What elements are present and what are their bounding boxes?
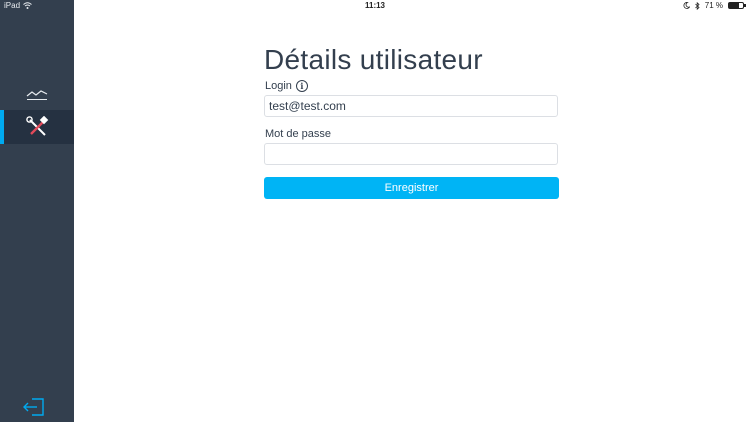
battery-percent: 71 %: [704, 1, 723, 10]
bluetooth-icon: [694, 1, 700, 10]
battery-icon: [728, 2, 746, 9]
password-field[interactable]: [264, 143, 558, 165]
sidebar-item-statistics[interactable]: [0, 77, 74, 111]
line-chart-icon: [26, 90, 48, 100]
status-time: 11:13: [364, 1, 386, 10]
status-bar: iPad 11:13 71 %: [0, 0, 750, 12]
sidebar-item-tools[interactable]: [0, 110, 74, 144]
password-label-row: Mot de passe: [265, 128, 331, 140]
logout-button[interactable]: [22, 397, 48, 417]
status-right: 71 %: [683, 1, 746, 10]
moon-icon: [683, 2, 690, 9]
active-indicator: [0, 110, 4, 144]
page-title: Détails utilisateur: [264, 44, 483, 75]
login-label: Login: [265, 80, 292, 92]
logout-icon: [23, 398, 44, 416]
login-field[interactable]: [264, 95, 558, 117]
sidebar: [0, 0, 74, 422]
password-label: Mot de passe: [265, 128, 332, 140]
battery-level: [729, 3, 739, 8]
hammer-wrench-icon: [26, 116, 49, 136]
login-label-row: Login i: [265, 80, 308, 92]
save-button[interactable]: Enregistrer: [264, 177, 559, 199]
info-icon[interactable]: i: [295, 80, 308, 92]
